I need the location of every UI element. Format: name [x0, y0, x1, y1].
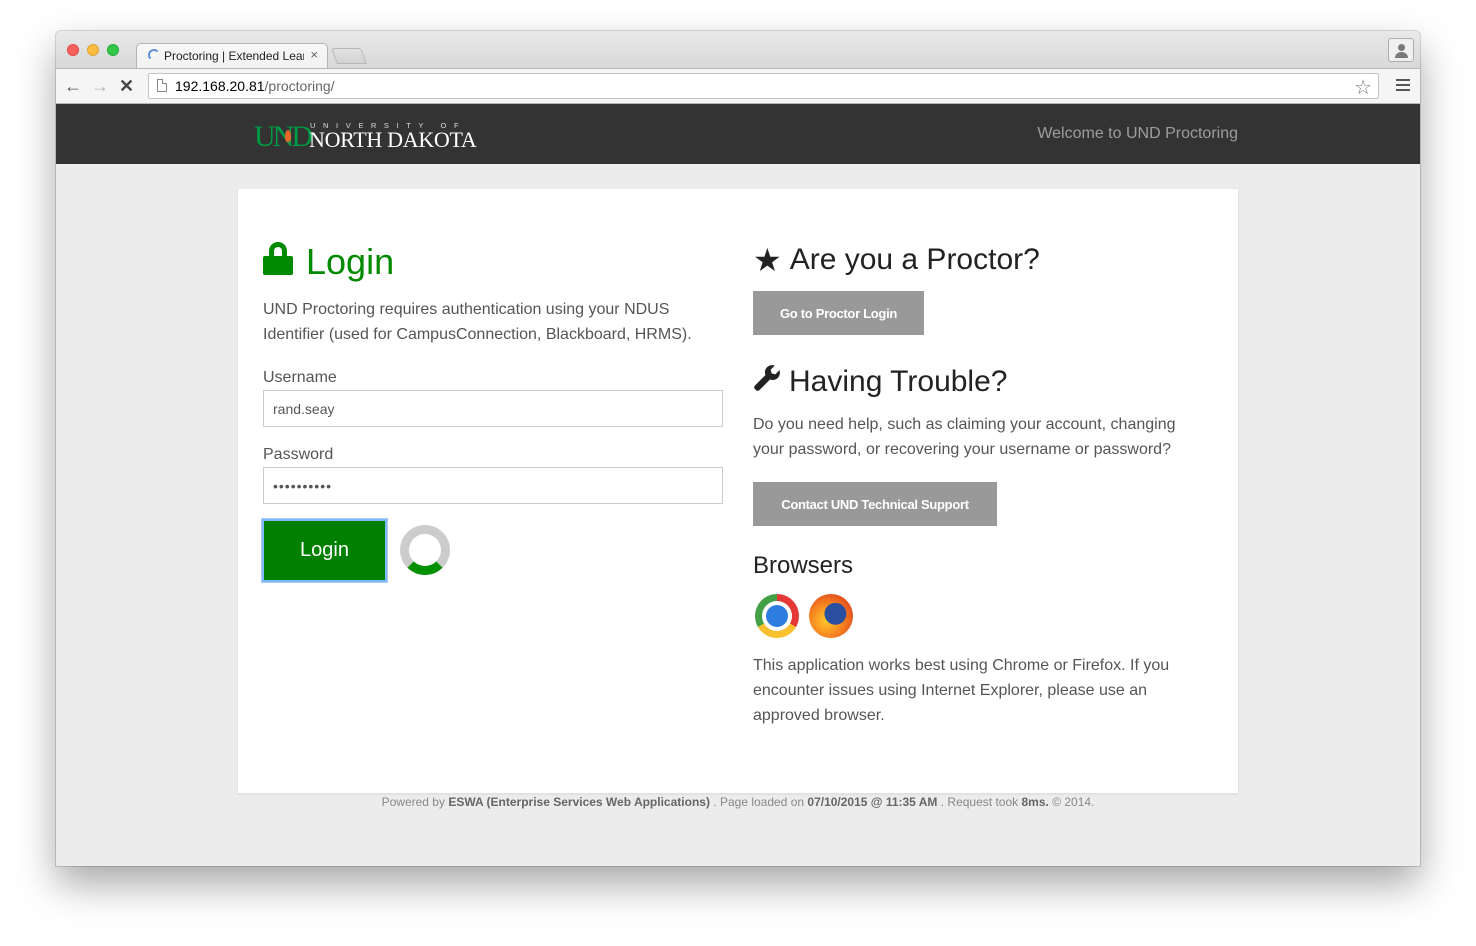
tab-close-icon[interactable]: × [310, 47, 318, 62]
browser-window: Proctoring | Extended Learning × ← → ✕ 1… [56, 31, 1420, 866]
url-text[interactable]: 192.168.20.81/proctoring/ [175, 78, 335, 94]
footer-datetime: 07/10/2015 @ 11:35 AM [807, 795, 938, 809]
loading-spinner-icon [400, 525, 450, 575]
login-title: Login [306, 241, 395, 282]
back-arrow-icon[interactable]: ← [64, 76, 82, 96]
footer-copyright: © 2014. [1052, 795, 1095, 809]
login-card: Login UND Proctoring requires authentica… [238, 189, 1238, 793]
trouble-title: Having Trouble? [789, 364, 1008, 398]
proctor-login-button[interactable]: Go to Proctor Login [753, 291, 924, 335]
footer-org-link[interactable]: ESWA (Enterprise Services Web Applicatio… [448, 795, 710, 809]
firefox-icon[interactable] [809, 594, 853, 638]
user-icon-body [1395, 52, 1408, 58]
profile-button[interactable] [1388, 38, 1414, 62]
browser-toolbar: ← → ✕ 192.168.20.81/proctoring/ ☆ [56, 68, 1420, 104]
password-input[interactable]: •••••••••• [263, 467, 723, 504]
browsers-heading: Browsers [753, 552, 854, 579]
logo-und-mark: UND [254, 120, 313, 153]
star-icon: ★ [753, 242, 782, 278]
browser-tab[interactable]: Proctoring | Extended Learning × [136, 43, 328, 69]
tab-title: Proctoring | Extended Learning [164, 49, 304, 63]
page-icon [157, 79, 167, 92]
footer-duration: 8ms. [1021, 795, 1049, 809]
trouble-heading: Having Trouble? [753, 363, 1007, 400]
login-heading: Login [263, 241, 394, 283]
flame-icon [285, 130, 291, 142]
page-footer: Powered by ESWA (Enterprise Services Web… [56, 795, 1420, 809]
trouble-text: Do you need help, such as claiming your … [753, 416, 1176, 458]
page-viewport: UND UNIVERSITY OF NORTH DAKOTA Welcome t… [56, 104, 1420, 866]
footer-loaded-on: . Page loaded on [713, 795, 805, 809]
address-bar[interactable]: 192.168.20.81/proctoring/ ☆ [148, 73, 1379, 99]
login-intro: UND Proctoring requires authentication u… [263, 301, 692, 343]
logo-north-dakota: NORTH DAKOTA [309, 127, 477, 152]
loading-spinner-icon [148, 49, 160, 61]
footer-powered-by: Powered by [381, 795, 445, 809]
window-maximize-button[interactable] [107, 44, 119, 56]
new-tab-button[interactable] [331, 48, 367, 64]
forward-arrow-icon[interactable]: → [91, 76, 109, 96]
lock-icon [263, 241, 293, 275]
username-label: Username [263, 369, 337, 386]
login-button[interactable]: Login [262, 519, 387, 582]
browsers-text: This application works best using Chrome… [753, 657, 1170, 724]
proctor-heading: ★ Are you a Proctor? [753, 241, 1040, 279]
stop-loading-icon[interactable]: ✕ [119, 76, 134, 96]
user-icon [1398, 44, 1405, 51]
window-minimize-button[interactable] [87, 44, 99, 56]
contact-support-button[interactable]: Contact UND Technical Support [753, 482, 997, 526]
site-navbar: UND UNIVERSITY OF NORTH DAKOTA Welcome t… [56, 104, 1420, 164]
window-close-button[interactable] [67, 44, 79, 56]
url-path: /proctoring/ [264, 78, 335, 94]
wrench-icon [753, 363, 781, 400]
proctor-title: Are you a Proctor? [789, 243, 1040, 276]
url-host: 192.168.20.81 [175, 78, 265, 94]
chrome-icon[interactable] [755, 594, 799, 638]
footer-request-took: . Request took [940, 795, 1019, 809]
hamburger-menu-icon[interactable] [1396, 79, 1410, 91]
username-input[interactable] [263, 390, 723, 427]
welcome-text: Welcome to UND Proctoring [1037, 125, 1238, 142]
bookmark-star-icon[interactable]: ☆ [1354, 75, 1372, 100]
tab-strip: Proctoring | Extended Learning × [56, 31, 1420, 69]
password-label: Password [263, 446, 334, 463]
